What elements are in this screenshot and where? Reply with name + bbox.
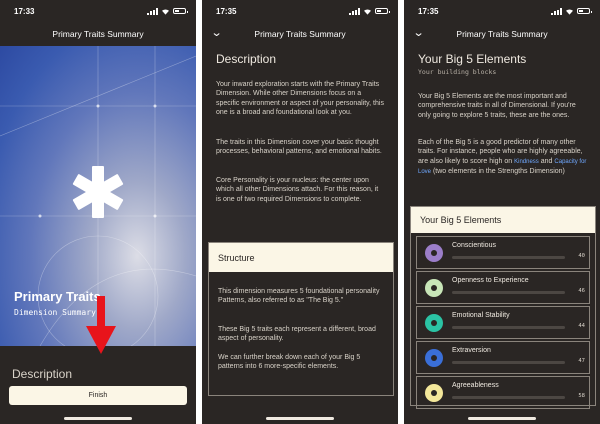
- structure-paragraph: This dimension measures 5 foundational p…: [218, 288, 380, 305]
- status-time: 17:35: [418, 6, 439, 16]
- battery-icon: [375, 8, 390, 14]
- nav-title: Primary Traits Summary: [456, 29, 548, 39]
- element-row[interactable]: Emotional Stability 44: [416, 306, 590, 339]
- element-score: 58: [578, 393, 585, 399]
- hero-subtitle: Dimension Summary: [14, 308, 96, 317]
- section-title: Description: [216, 52, 277, 66]
- element-circle-icon: [425, 244, 443, 262]
- element-row[interactable]: Openness to Experience 46: [416, 271, 590, 304]
- description-paragraph: Your inward exploration starts with the …: [216, 81, 384, 117]
- chevron-down-icon[interactable]: ⌄: [211, 26, 223, 39]
- phone-screen-big5: 17:35 ⌄ Primary Traits Summary Your Big …: [404, 0, 600, 424]
- element-row[interactable]: Conscientious 40: [416, 236, 590, 269]
- kindness-link[interactable]: Kindness: [514, 159, 539, 165]
- battery-icon: [577, 8, 592, 14]
- signal-icon: [147, 7, 158, 15]
- element-name: Emotional Stability: [452, 312, 510, 319]
- home-indicator[interactable]: [64, 417, 132, 420]
- status-bar: 17:35: [202, 0, 398, 22]
- element-score: 47: [578, 358, 585, 364]
- status-time: 17:35: [216, 6, 237, 16]
- element-score-bar: [452, 361, 565, 364]
- wifi-icon: [364, 8, 371, 15]
- nav-title: Primary Traits Summary: [52, 29, 144, 39]
- structure-card: Structure This dimension measures 5 foun…: [208, 242, 394, 396]
- nav-bar: ⌄ Primary Traits Summary: [202, 22, 398, 46]
- status-bar: 17:33: [0, 0, 196, 22]
- wifi-icon: [162, 8, 169, 15]
- element-name: Openness to Experience: [452, 277, 529, 284]
- finish-button[interactable]: Finish: [9, 386, 187, 405]
- red-arrow-down-icon: [86, 296, 116, 354]
- nav-bar: Primary Traits Summary: [0, 22, 196, 46]
- element-score-bar: [452, 326, 565, 329]
- element-name: Conscientious: [452, 242, 496, 249]
- element-circle-icon: [425, 314, 443, 332]
- element-name: Extraversion: [452, 347, 491, 354]
- element-circle-icon: [425, 279, 443, 297]
- element-name: Agreeableness: [452, 382, 499, 389]
- element-score: 44: [578, 323, 585, 329]
- home-indicator[interactable]: [266, 417, 334, 420]
- big5-elements-heading: Your Big 5 Elements: [411, 207, 595, 233]
- nav-title: Primary Traits Summary: [254, 29, 346, 39]
- element-row[interactable]: Agreeableness 58: [416, 376, 590, 409]
- phone-screen-intro: Primary Traits Dimension Summary 17:33 P…: [0, 0, 196, 424]
- status-bar: 17:35: [404, 0, 600, 22]
- section-subtitle: Your building blocks: [418, 68, 497, 76]
- element-circle-icon: [425, 349, 443, 367]
- element-score: 46: [578, 288, 585, 294]
- phone-screen-description: 17:35 ⌄ Primary Traits Summary Descripti…: [202, 0, 398, 424]
- structure-paragraph: These Big 5 traits each represent a diff…: [218, 326, 376, 343]
- section-title: Your Big 5 Elements: [418, 52, 527, 66]
- element-score: 40: [578, 253, 585, 259]
- element-score-bar: [452, 256, 565, 259]
- wifi-icon: [566, 8, 573, 15]
- asterisk-logo-icon: [72, 166, 124, 218]
- element-row[interactable]: Extraversion 47: [416, 341, 590, 374]
- description-paragraph: The traits in this Dimension cover your …: [216, 139, 382, 156]
- big5-elements-card: Your Big 5 Elements Conscientious 40 Openn…: [410, 206, 596, 409]
- element-score-bar: [452, 291, 565, 294]
- structure-heading: Structure: [209, 243, 393, 272]
- chevron-down-icon[interactable]: ⌄: [413, 26, 425, 39]
- big5-elements-list: Conscientious 40 Openness to Experience 46 E…: [416, 236, 590, 411]
- signal-icon: [349, 7, 360, 15]
- element-circle-icon: [425, 384, 443, 402]
- status-time: 17:33: [14, 6, 35, 16]
- home-indicator[interactable]: [468, 417, 536, 420]
- big5-paragraph: Each of the Big 5 is a good predictor of…: [418, 139, 587, 176]
- big5-paragraph: Your Big 5 Elements are the most importa…: [418, 93, 576, 119]
- screenshots-row: Primary Traits Dimension Summary 17:33 P…: [0, 0, 600, 424]
- description-paragraph: Core Personality is your nucleus: the ce…: [216, 177, 379, 203]
- structure-paragraph: We can further break down each of your B…: [218, 354, 361, 371]
- nav-bar: ⌄ Primary Traits Summary: [404, 22, 600, 46]
- battery-icon: [173, 8, 188, 14]
- description-heading-peek: Description: [12, 367, 73, 381]
- element-score-bar: [452, 396, 565, 399]
- signal-icon: [551, 7, 562, 15]
